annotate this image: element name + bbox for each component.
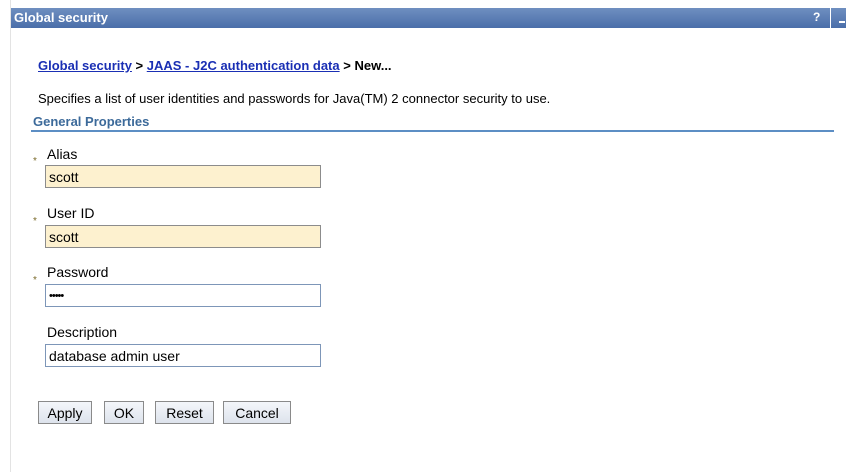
breadcrumb-link-global-security[interactable]: Global security (38, 58, 132, 73)
user-id-label: User ID (47, 205, 95, 221)
alias-label: Alias (47, 146, 78, 162)
breadcrumb-link-jaas-j2c[interactable]: JAAS - J2C authentication data (147, 58, 340, 73)
password-field[interactable] (45, 284, 321, 307)
alias-field[interactable] (45, 165, 321, 188)
breadcrumb-current: New... (354, 58, 392, 73)
page: Global security ? Global security > JAAS… (0, 0, 846, 472)
left-frame-edge (0, 0, 11, 472)
portlet-title: Global security (14, 10, 108, 25)
reset-button[interactable]: Reset (155, 401, 214, 424)
ok-button[interactable]: OK (104, 401, 144, 424)
breadcrumb-separator: > (339, 58, 355, 73)
portlet-titlebar: Global security ? (11, 8, 846, 28)
breadcrumb-separator: > (131, 58, 147, 73)
page-description: Specifies a list of user identities and … (38, 91, 551, 106)
apply-button[interactable]: Apply (38, 401, 92, 424)
description-label: Description (47, 324, 118, 340)
section-divider (31, 130, 834, 132)
section-title: General Properties (33, 114, 150, 129)
password-label: Password (47, 264, 109, 280)
breadcrumb: Global security > JAAS - J2C authenticat… (38, 58, 392, 73)
required-marker-icon: * (33, 275, 37, 286)
user-id-field[interactable] (45, 225, 321, 248)
help-icon[interactable]: ? (813, 10, 820, 24)
required-marker-icon: * (33, 156, 37, 167)
required-marker-icon: * (33, 216, 37, 227)
description-field[interactable] (45, 344, 321, 367)
minimize-icon[interactable] (830, 8, 846, 28)
cancel-button[interactable]: Cancel (223, 401, 291, 424)
